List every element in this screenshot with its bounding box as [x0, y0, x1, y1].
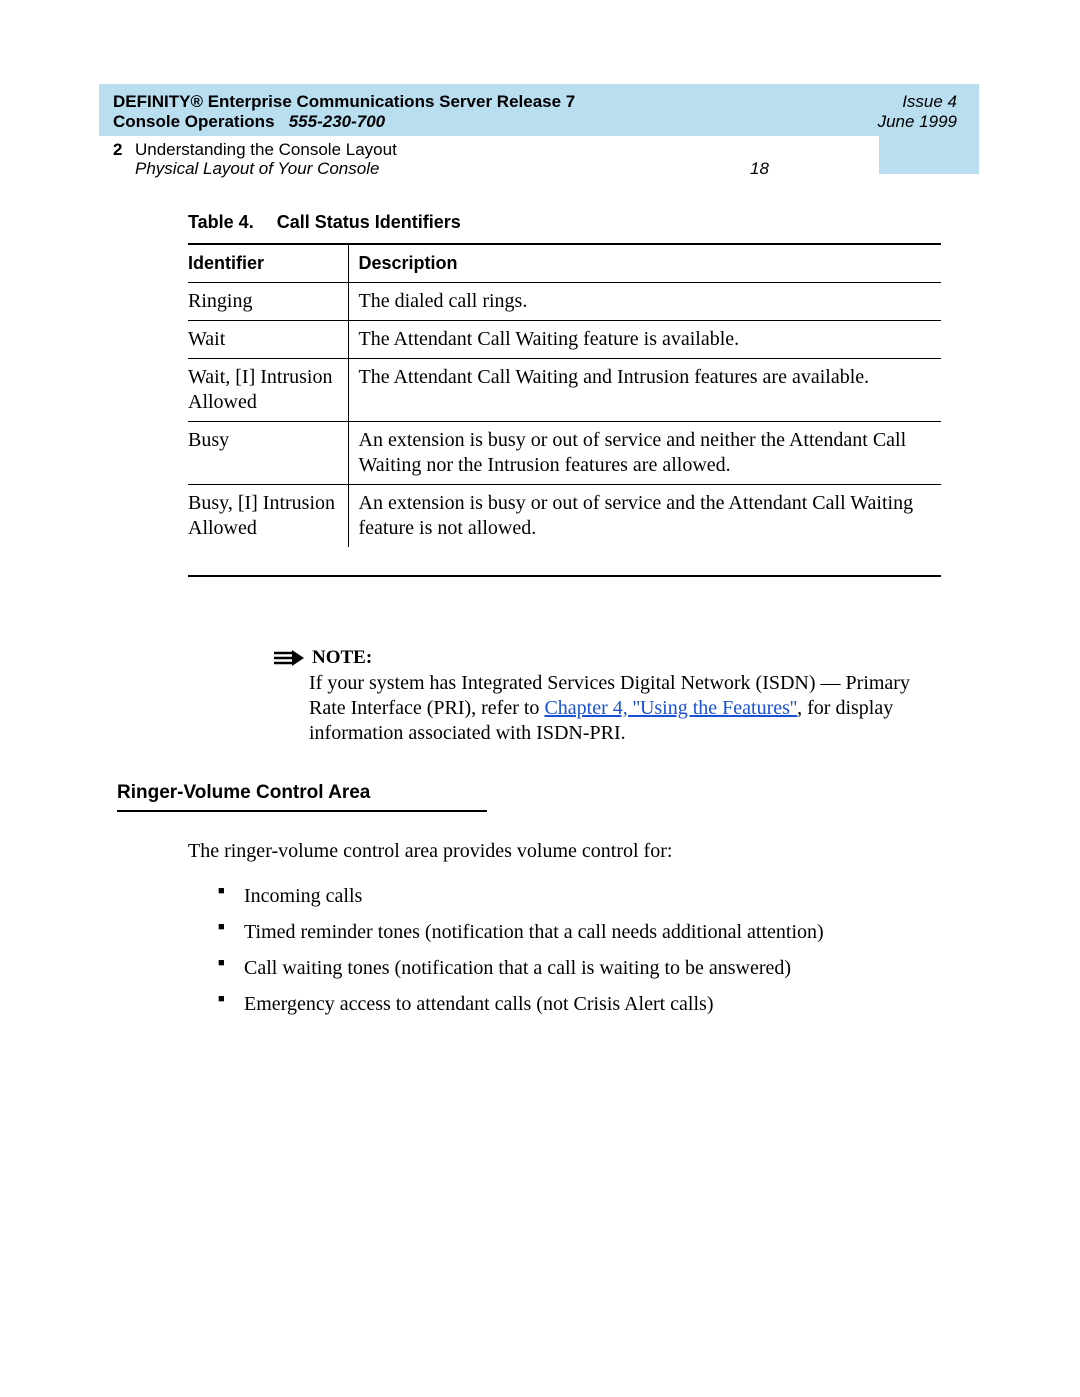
table-caption: Table 4. Call Status Identifiers	[166, 212, 919, 233]
chapter-number: 2	[113, 140, 122, 160]
cell-description: The Attendant Call Waiting and Intrusion…	[348, 359, 941, 422]
note-label: NOTE:	[312, 647, 372, 669]
header-row-2: Console Operations 555-230-700 June 1999	[113, 112, 963, 132]
page-number: 18	[750, 159, 769, 179]
bullet-list: Incoming calls Timed reminder tones (not…	[218, 881, 919, 1019]
list-item: Timed reminder tones (notification that …	[218, 917, 919, 947]
table-row: Wait The Attendant Call Waiting feature …	[188, 321, 941, 359]
cell-description: An extension is busy or out of service a…	[348, 485, 941, 548]
doc-title-line1: DEFINITY® Enterprise Communications Serv…	[113, 92, 575, 111]
note-text: If your system has Integrated Services D…	[309, 671, 924, 746]
list-item: Incoming calls	[218, 881, 919, 911]
doc-title-line2a: Console Operations	[113, 112, 275, 131]
cell-identifier: Busy	[188, 422, 348, 485]
col-description: Description	[348, 244, 941, 283]
call-status-table: Identifier Description Ringing The diale…	[188, 243, 941, 547]
table-caption-title: Call Status Identifiers	[277, 212, 461, 232]
issue-label: Issue 4	[902, 92, 957, 112]
note-block: NOTE: If your system has Integrated Serv…	[274, 647, 924, 746]
chapter-link[interactable]: Chapter 4, ''Using the Features''	[544, 697, 797, 719]
cell-identifier: Wait, [I] Intrusion Allowed	[188, 359, 348, 422]
page-content: Table 4. Call Status Identifiers Identif…	[166, 212, 919, 1025]
section-heading: Ringer-Volume Control Area	[117, 782, 487, 812]
list-item: Call waiting tones (notification that a …	[218, 953, 919, 983]
note-arrow-icon	[274, 650, 304, 666]
cell-identifier: Wait	[188, 321, 348, 359]
table-row: Ringing The dialed call rings.	[188, 283, 941, 321]
table-bottom-rule	[188, 575, 941, 577]
subchapter-title: Physical Layout of Your Console	[135, 159, 379, 179]
header-row-1: DEFINITY® Enterprise Communications Serv…	[113, 92, 963, 112]
chapter-title: Understanding the Console Layout	[135, 140, 397, 160]
cell-description: The dialed call rings.	[348, 283, 941, 321]
table-caption-label: Table 4.	[188, 212, 254, 232]
col-identifier: Identifier	[188, 244, 348, 283]
table-header-row: Identifier Description	[188, 244, 941, 283]
list-item: Emergency access to attendant calls (not…	[218, 989, 919, 1019]
doc-date: June 1999	[878, 112, 957, 132]
table-row: Wait, [I] Intrusion Allowed The Attendan…	[188, 359, 941, 422]
section-intro: The ringer-volume control area provides …	[188, 840, 919, 863]
table-row: Busy, [I] Intrusion Allowed An extension…	[188, 485, 941, 548]
cell-identifier: Ringing	[188, 283, 348, 321]
cell-description: The Attendant Call Waiting feature is av…	[348, 321, 941, 359]
cell-identifier: Busy, [I] Intrusion Allowed	[188, 485, 348, 548]
cell-description: An extension is busy or out of service a…	[348, 422, 941, 485]
table-row: Busy An extension is busy or out of serv…	[188, 422, 941, 485]
note-heading: NOTE:	[274, 647, 924, 669]
doc-number: 555-230-700	[289, 112, 385, 131]
